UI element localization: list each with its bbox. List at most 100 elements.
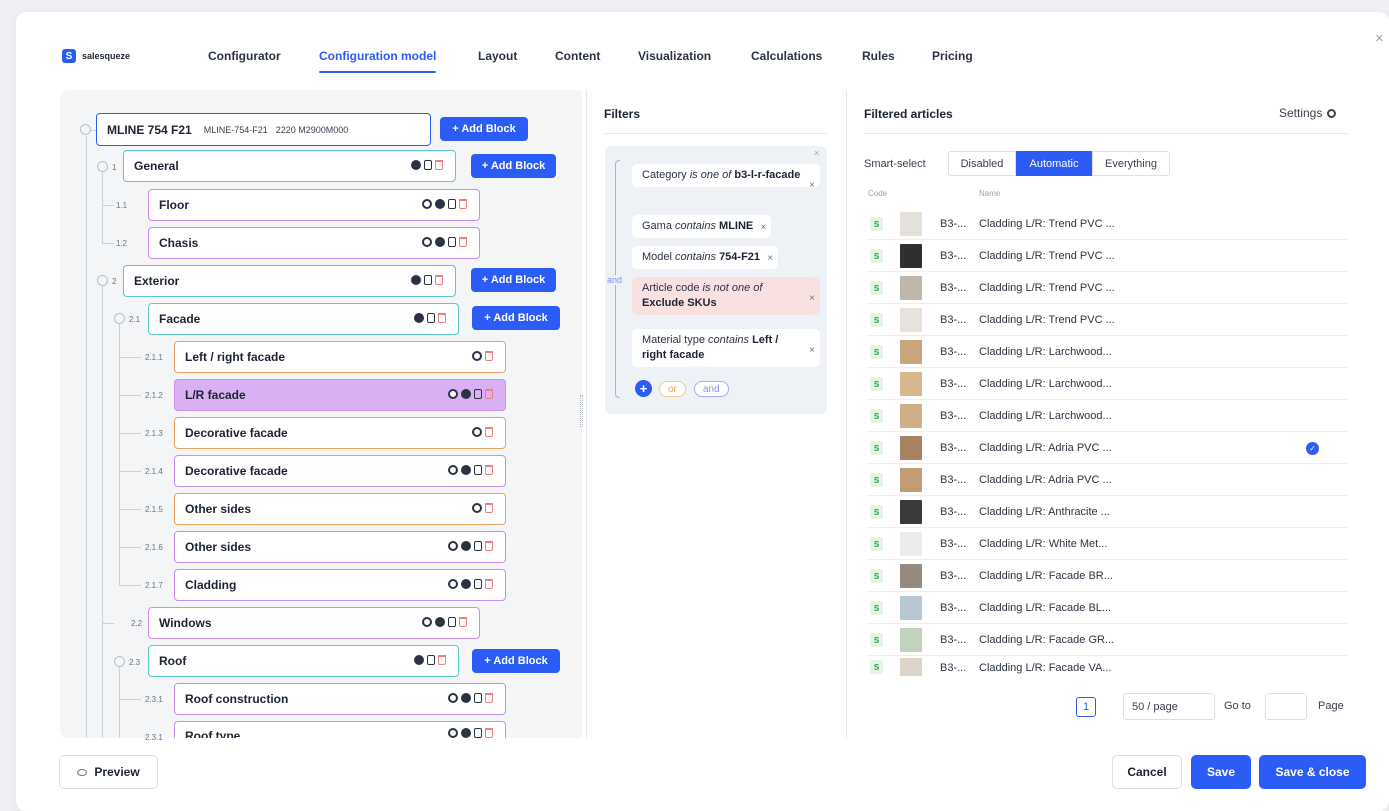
copy-icon[interactable]	[448, 199, 456, 209]
remove-icon[interactable]: ×	[809, 291, 815, 306]
page-size-select[interactable]: 50 / page	[1123, 693, 1215, 720]
trash-icon[interactable]	[485, 465, 493, 475]
filter-chip-model[interactable]: Model contains 754-F21 ×	[632, 246, 779, 269]
copy-icon[interactable]	[424, 275, 432, 285]
add-block-button[interactable]: + Add Block	[472, 306, 560, 330]
trash-icon[interactable]	[485, 389, 493, 399]
trash-icon[interactable]	[485, 427, 493, 437]
hidden-icon[interactable]	[472, 427, 482, 437]
tree-toggle[interactable]	[114, 313, 125, 324]
page-number[interactable]: 1	[1076, 697, 1096, 717]
tree-node-general[interactable]: General	[123, 150, 456, 182]
settings-button[interactable]: Settings	[1279, 106, 1337, 120]
tree-node-root[interactable]: MLINE 754 F21 MLINE-754-F21 2220 M2900M0…	[96, 113, 431, 146]
article-row[interactable]: S B3-... Cladding L/R: White Met...	[866, 528, 1348, 560]
copy-icon[interactable]	[424, 160, 432, 170]
visibility-icon[interactable]	[411, 275, 421, 285]
remove-icon[interactable]: ×	[760, 220, 766, 235]
tree-toggle[interactable]	[97, 275, 108, 286]
article-row[interactable]: S B3-... Cladding L/R: Facade GR...	[866, 624, 1348, 656]
add-block-button[interactable]: + Add Block	[471, 154, 556, 178]
tree-node-chasis[interactable]: Chasis	[148, 227, 480, 259]
tree-node-cladding[interactable]: Cladding	[174, 569, 506, 601]
trash-icon[interactable]	[438, 655, 446, 665]
trash-icon[interactable]	[459, 617, 467, 627]
or-button[interactable]: or	[659, 381, 686, 397]
tab-configuration-model[interactable]: Configuration model	[319, 49, 437, 73]
filter-chip-material-type[interactable]: Material type contains Left / right faca…	[632, 329, 820, 367]
article-row[interactable]: S B3-... Cladding L/R: Facade VA...	[866, 656, 1348, 676]
trash-icon[interactable]	[485, 693, 493, 703]
tab-calculations[interactable]: Calculations	[751, 49, 822, 69]
visibility-icon[interactable]	[461, 465, 471, 475]
filter-chip-category[interactable]: Category is one of b3-l-r-facade ×	[632, 164, 820, 191]
tree-node-left-right-facade[interactable]: Left / right facade	[174, 341, 506, 373]
copy-icon[interactable]	[427, 655, 435, 665]
visibility-icon[interactable]	[435, 237, 445, 247]
visibility-icon[interactable]	[435, 199, 445, 209]
goto-page-input[interactable]	[1265, 693, 1307, 720]
tree-node-other-sides[interactable]: Other sides	[174, 493, 506, 525]
tree-node-roof-construction[interactable]: Roof construction	[174, 683, 506, 715]
hidden-icon[interactable]	[422, 617, 432, 627]
article-row[interactable]: S B3-... Cladding L/R: Larchwood...	[866, 336, 1348, 368]
hidden-icon[interactable]	[448, 541, 458, 551]
tree-node-lr-facade[interactable]: L/R facade	[174, 379, 506, 411]
visibility-icon[interactable]	[411, 160, 421, 170]
article-row[interactable]: S B3-... Cladding L/R: Anthracite ...	[866, 496, 1348, 528]
article-row[interactable]: S B3-... Cladding L/R: Trend PVC ...	[866, 240, 1348, 272]
copy-icon[interactable]	[474, 465, 482, 475]
add-filter-button[interactable]: +	[635, 380, 652, 397]
remove-icon[interactable]: ×	[809, 178, 815, 193]
mode-automatic[interactable]: Automatic	[1016, 151, 1092, 176]
trash-icon[interactable]	[459, 237, 467, 247]
mode-everything[interactable]: Everything	[1092, 151, 1170, 176]
mode-disabled[interactable]: Disabled	[948, 151, 1016, 176]
tree-node-floor[interactable]: Floor	[148, 189, 480, 221]
tab-pricing[interactable]: Pricing	[932, 49, 973, 69]
hidden-icon[interactable]	[472, 351, 482, 361]
visibility-icon[interactable]	[414, 313, 424, 323]
tab-rules[interactable]: Rules	[862, 49, 895, 69]
tree-toggle[interactable]	[97, 161, 108, 172]
add-block-button[interactable]: + Add Block	[440, 117, 528, 141]
add-block-button[interactable]: + Add Block	[471, 268, 556, 292]
tree-node-decorative-facade[interactable]: Decorative facade	[174, 417, 506, 449]
trash-icon[interactable]	[485, 503, 493, 513]
close-icon[interactable]: ×	[1375, 30, 1384, 47]
tree-toggle[interactable]	[114, 656, 125, 667]
visibility-icon[interactable]	[461, 579, 471, 589]
remove-icon[interactable]: ×	[767, 251, 773, 266]
visibility-icon[interactable]	[461, 389, 471, 399]
trash-icon[interactable]	[438, 313, 446, 323]
article-row[interactable]: S B3-... Cladding L/R: Larchwood...	[866, 368, 1348, 400]
hidden-icon[interactable]	[448, 389, 458, 399]
tree-node-exterior[interactable]: Exterior	[123, 265, 456, 297]
hidden-icon[interactable]	[448, 728, 458, 738]
tree-node-roof[interactable]: Roof	[148, 645, 459, 677]
tree-toggle[interactable]	[80, 124, 91, 135]
hidden-icon[interactable]	[422, 199, 432, 209]
visibility-icon[interactable]	[414, 655, 424, 665]
visibility-icon[interactable]	[461, 541, 471, 551]
copy-icon[interactable]	[474, 389, 482, 399]
save-and-close-button[interactable]: Save & close	[1259, 755, 1366, 789]
hidden-icon[interactable]	[472, 503, 482, 513]
filter-chip-article-code[interactable]: Article code is not one of Exclude SKUs …	[632, 277, 820, 315]
tree-node-windows[interactable]: Windows	[148, 607, 480, 639]
hidden-icon[interactable]	[448, 693, 458, 703]
visibility-icon[interactable]	[461, 693, 471, 703]
copy-icon[interactable]	[448, 617, 456, 627]
trash-icon[interactable]	[459, 199, 467, 209]
selected-check-icon[interactable]: ✓	[1306, 442, 1319, 455]
visibility-icon[interactable]	[435, 617, 445, 627]
save-button[interactable]: Save	[1191, 755, 1251, 789]
remove-icon[interactable]: ×	[809, 343, 815, 358]
tree-node-other-sides-2[interactable]: Other sides	[174, 531, 506, 563]
article-row[interactable]: S B3-... Cladding L/R: Facade BR...	[866, 560, 1348, 592]
copy-icon[interactable]	[448, 237, 456, 247]
add-block-button[interactable]: + Add Block	[472, 649, 560, 673]
article-row[interactable]: S B3-... Cladding L/R: Trend PVC ...	[866, 272, 1348, 304]
tree-node-facade[interactable]: Facade	[148, 303, 459, 335]
tab-content[interactable]: Content	[555, 49, 600, 69]
